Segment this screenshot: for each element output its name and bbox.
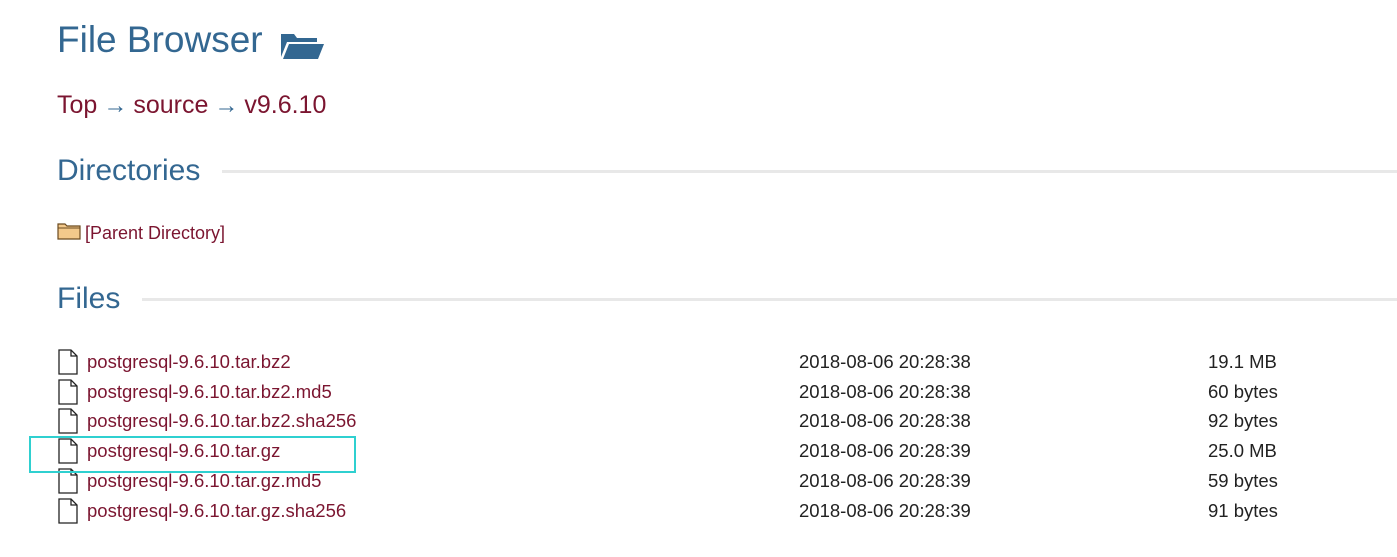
file-icon — [57, 498, 79, 524]
file-date: 2018-08-06 20:28:39 — [799, 440, 971, 462]
file-icon — [57, 438, 79, 464]
breadcrumb-separator: → — [103, 92, 128, 119]
file-row: postgresql-9.6.10.tar.bz2.md5 2018-08-06… — [57, 377, 1397, 407]
file-icon — [57, 379, 79, 405]
file-row: postgresql-9.6.10.tar.gz 2018-08-06 20:2… — [57, 436, 1397, 466]
file-size: 92 bytes — [1208, 410, 1278, 432]
file-size: 91 bytes — [1208, 499, 1278, 521]
files-section-header: Files — [57, 280, 1397, 318]
files-heading: Files — [57, 282, 121, 315]
file-link[interactable]: postgresql-9.6.10.tar.gz.md5 — [87, 470, 799, 492]
file-date: 2018-08-06 20:28:38 — [799, 380, 971, 402]
parent-directory-item[interactable]: [Parent Directory] — [57, 221, 225, 246]
file-date: 2018-08-06 20:28:38 — [799, 350, 971, 372]
file-list: postgresql-9.6.10.tar.bz2 2018-08-06 20:… — [57, 347, 1397, 526]
file-size: 25.0 MB — [1208, 440, 1277, 462]
breadcrumb-source[interactable]: source — [133, 91, 208, 119]
file-date: 2018-08-06 20:28:39 — [799, 470, 971, 492]
directories-section-header: Directories — [57, 152, 1397, 190]
file-row: postgresql-9.6.10.tar.bz2.sha256 2018-08… — [57, 407, 1397, 437]
file-date: 2018-08-06 20:28:38 — [799, 410, 971, 432]
file-link[interactable]: postgresql-9.6.10.tar.bz2.md5 — [87, 381, 799, 403]
file-link[interactable]: postgresql-9.6.10.tar.gz — [87, 440, 799, 462]
file-link[interactable]: postgresql-9.6.10.tar.bz2.sha256 — [87, 410, 799, 432]
file-link[interactable]: postgresql-9.6.10.tar.gz.sha256 — [87, 500, 799, 522]
folder-open-icon — [279, 25, 325, 59]
file-icon — [57, 349, 79, 375]
file-link[interactable]: postgresql-9.6.10.tar.bz2 — [87, 351, 799, 373]
breadcrumb-separator: → — [214, 92, 239, 119]
file-row: postgresql-9.6.10.tar.bz2 2018-08-06 20:… — [57, 347, 1397, 377]
page-title: File Browser — [57, 17, 325, 63]
file-icon — [57, 468, 79, 494]
page-title-text: File Browser — [57, 19, 263, 60]
breadcrumb: Top → source → v9.6.10 — [57, 88, 326, 123]
folder-icon — [57, 221, 81, 246]
file-size: 60 bytes — [1208, 380, 1278, 402]
file-row: postgresql-9.6.10.tar.gz.md5 2018-08-06 … — [57, 466, 1397, 496]
file-icon — [57, 408, 79, 435]
parent-directory-link[interactable]: [Parent Directory] — [85, 223, 225, 244]
breadcrumb-current[interactable]: v9.6.10 — [244, 91, 326, 119]
file-size: 19.1 MB — [1208, 350, 1277, 372]
file-date: 2018-08-06 20:28:39 — [799, 499, 971, 521]
section-divider — [222, 169, 1397, 173]
file-row: postgresql-9.6.10.tar.gz.sha256 2018-08-… — [57, 496, 1397, 526]
directories-heading: Directories — [57, 154, 201, 187]
section-divider — [142, 297, 1397, 301]
file-browser-page: File Browser Top → source → v9.6.10 Director… — [0, 0, 1397, 557]
file-size: 59 bytes — [1208, 470, 1278, 492]
breadcrumb-top[interactable]: Top — [57, 91, 97, 119]
